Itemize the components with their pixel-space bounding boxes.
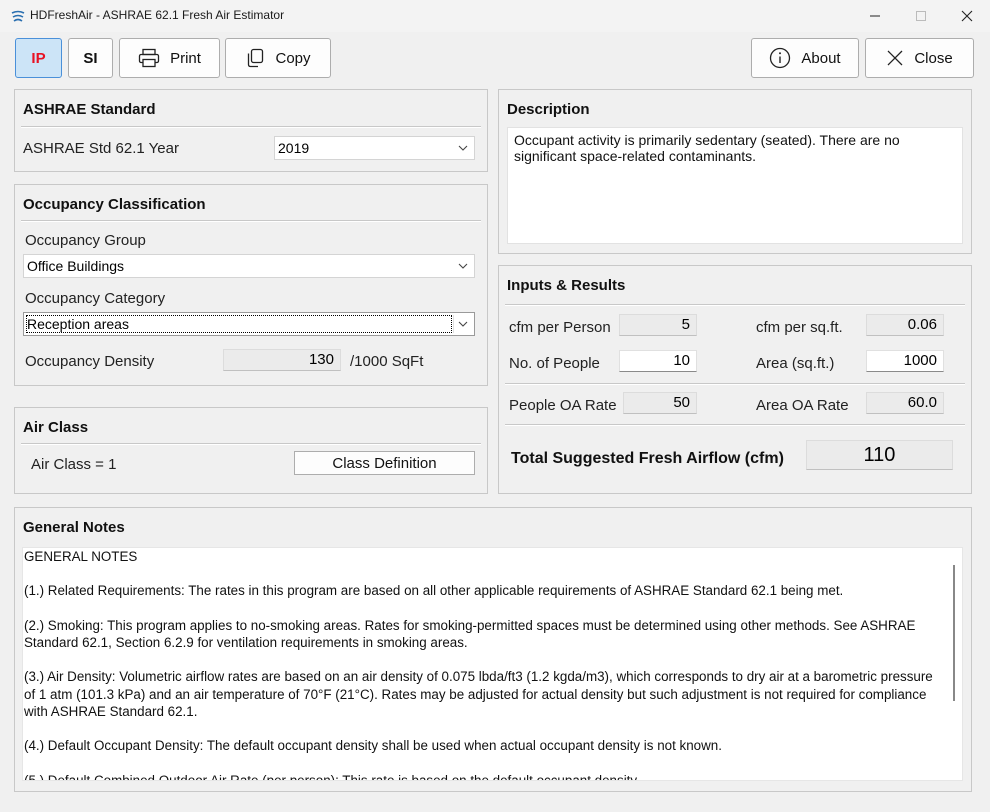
inputs-results-group: Inputs & Results cfm per Person 5 cfm pe…	[498, 265, 972, 494]
description-group: Description Occupant activity is primari…	[498, 89, 972, 254]
divider	[21, 444, 481, 445]
si-units-button[interactable]: SI	[68, 38, 113, 78]
ashrae-year-select[interactable]: 2019	[274, 136, 475, 160]
number-of-people-input[interactable]: 10	[619, 350, 697, 372]
description-title: Description	[507, 101, 590, 118]
general-notes-title: General Notes	[23, 519, 125, 536]
occupancy-classification-group: Occupancy Classification Occupancy Group…	[14, 184, 488, 386]
si-units-label: SI	[83, 49, 98, 67]
occupancy-category-value: Reception areas	[27, 316, 129, 332]
notes-paragraph: (1.) Related Requirements: The rates in …	[24, 583, 844, 599]
window-close-button[interactable]	[944, 0, 990, 32]
divider	[21, 221, 481, 222]
divider	[21, 127, 481, 128]
print-button[interactable]: Print	[119, 38, 220, 78]
minimize-icon	[870, 15, 880, 17]
divider	[453, 315, 454, 333]
occupancy-classification-title: Occupancy Classification	[23, 196, 206, 213]
area-label: Area (sq.ft.)	[756, 355, 835, 372]
info-icon	[770, 47, 791, 69]
occupancy-density-field: 130	[223, 349, 341, 371]
total-airflow-label: Total Suggested Fresh Airflow (cfm)	[511, 450, 784, 467]
cfm-per-sqft-label: cfm per sq.ft.	[756, 319, 843, 336]
area-oa-rate-field: 60.0	[866, 392, 944, 414]
area-oa-rate-label: Area OA Rate	[756, 397, 849, 414]
number-of-people-label: No. of People	[509, 355, 600, 372]
ip-units-label: IP	[31, 49, 46, 67]
air-class-value: Air Class = 1	[31, 456, 117, 473]
ip-units-button[interactable]: IP	[15, 38, 62, 78]
ashrae-year-label: ASHRAE Std 62.1 Year	[23, 140, 179, 157]
chevron-down-icon	[458, 145, 468, 151]
copy-label: Copy	[275, 49, 311, 67]
inputs-results-title: Inputs & Results	[507, 277, 626, 294]
people-oa-rate-field: 50	[623, 392, 697, 414]
maximize-icon	[916, 11, 926, 21]
notes-paragraph: (3.) Air Density: Volumetric airflow rat…	[24, 669, 933, 719]
print-label: Print	[170, 49, 201, 67]
close-label: Close	[914, 49, 953, 67]
notes-paragraph: GENERAL NOTES	[24, 549, 138, 564]
ashrae-standard-title: ASHRAE Standard	[23, 101, 156, 118]
description-textbox[interactable]: Occupant activity is primarily sedentary…	[507, 127, 963, 244]
printer-icon	[138, 48, 160, 68]
close-x-icon	[887, 50, 903, 66]
cfm-per-person-field: 5	[619, 314, 697, 336]
minimize-button[interactable]	[852, 0, 898, 32]
occupancy-density-label: Occupancy Density	[25, 353, 155, 370]
notes-paragraph: (5.) Default Combined Outdoor Air Rate (…	[24, 772, 944, 780]
close-icon	[961, 10, 973, 22]
general-notes-text: GENERAL NOTES (1.) Related Requirements: …	[24, 548, 944, 780]
cfm-per-sqft-field: 0.06	[866, 314, 944, 336]
people-oa-rate-label: People OA Rate	[509, 397, 617, 414]
about-label: About	[801, 49, 841, 67]
notes-paragraph: (2.) Smoking: This program applies to no…	[24, 617, 916, 650]
cfm-per-person-label: cfm per Person	[509, 319, 611, 336]
occupancy-group-value: Office Buildings	[27, 258, 125, 274]
maximize-button[interactable]	[898, 0, 944, 32]
occupancy-category-select[interactable]: Reception areas	[23, 312, 475, 336]
wind-icon	[10, 8, 26, 24]
ashrae-standard-group: ASHRAE Standard ASHRAE Std 62.1 Year 201…	[14, 89, 488, 172]
ashrae-year-value: 2019	[278, 140, 310, 156]
chevron-down-icon	[458, 263, 468, 269]
about-button[interactable]: About	[751, 38, 859, 78]
air-class-group: Air Class Air Class = 1 Class Definition	[14, 407, 488, 494]
close-button[interactable]: Close	[865, 38, 974, 78]
occupancy-group-label: Occupancy Group	[25, 232, 146, 249]
chevron-down-icon	[458, 321, 468, 327]
divider	[505, 305, 965, 306]
occupancy-category-label: Occupancy Category	[25, 290, 166, 307]
copy-button[interactable]: Copy	[225, 38, 331, 78]
copy-icon	[248, 48, 264, 68]
divider	[505, 384, 965, 385]
divider	[505, 425, 965, 426]
notes-paragraph: (4.) Default Occupant Density: The defau…	[24, 738, 722, 754]
description-text: Occupant activity is primarily sedentary…	[514, 132, 900, 164]
total-airflow-value: 110	[806, 440, 953, 470]
air-class-title: Air Class	[23, 419, 89, 436]
window-title: HDFreshAir - ASHRAE 62.1 Fresh Air Estim…	[30, 8, 285, 22]
occupancy-group-select[interactable]: Office Buildings	[23, 254, 475, 278]
class-definition-button[interactable]: Class Definition	[294, 451, 475, 475]
notes-scrollbar-thumb[interactable]	[953, 565, 955, 701]
occupancy-density-unit: /1000 SqFt	[350, 353, 424, 370]
area-input[interactable]: 1000	[866, 350, 944, 372]
